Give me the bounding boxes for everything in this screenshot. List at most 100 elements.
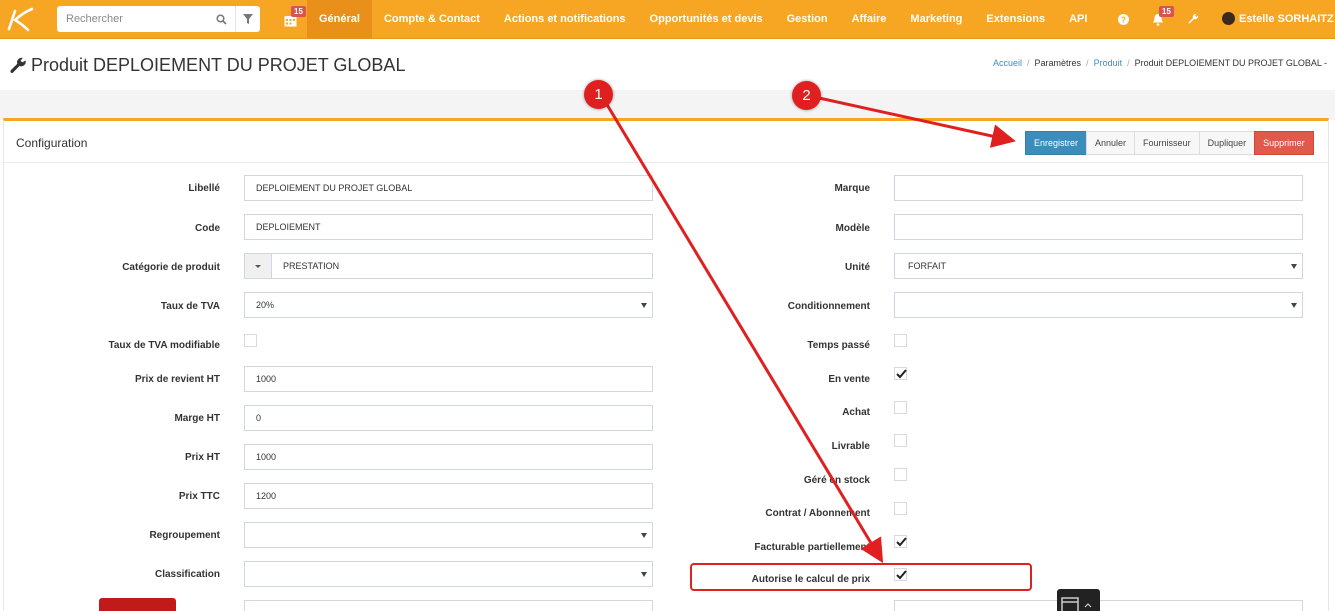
duplicate-button[interactable]: Dupliquer [1198, 131, 1256, 155]
tva-modifiable-checkbox[interactable] [244, 334, 257, 347]
label-modele: Modèle [835, 223, 870, 234]
label-gere-stock: Géré en stock [803, 475, 870, 486]
chevron-down-icon [641, 303, 647, 308]
save-button[interactable]: Enregistrer [1025, 131, 1088, 155]
label-temps-passe: Temps passé [807, 340, 870, 351]
classification-select[interactable] [244, 561, 653, 587]
help-icon[interactable]: ? [1117, 13, 1130, 26]
top-navbar: 15 Général Compte & Contact Actions et n… [0, 0, 1335, 39]
calendar-widget[interactable] [1057, 589, 1100, 611]
menu-gestion[interactable]: Gestion [775, 0, 840, 39]
search-icon[interactable] [207, 6, 235, 32]
menu-api[interactable]: API [1057, 0, 1099, 39]
label-tva: Taux de TVA [160, 301, 220, 312]
label-regroupement: Regroupement [149, 530, 220, 541]
livrable-checkbox[interactable] [894, 434, 907, 447]
search-box [57, 6, 260, 32]
wrench-icon[interactable] [1186, 12, 1200, 26]
annotation-marker-1: 1 [584, 80, 613, 109]
cancel-button[interactable]: Annuler [1086, 131, 1136, 155]
user-menu[interactable]: Estelle SORHAITZ [1222, 12, 1335, 25]
conditionnement-select[interactable] [894, 292, 1303, 318]
unite-value: FORFAIT [908, 261, 946, 271]
code-input[interactable]: DEPLOIEMENT [244, 214, 653, 240]
annotation-marker-2: 2 [792, 81, 821, 110]
marge-input[interactable]: 0 [244, 405, 653, 431]
label-code: Code [195, 223, 220, 234]
chevron-down-icon [641, 572, 647, 577]
tva-value: 20% [256, 300, 275, 310]
logo-icon[interactable] [6, 6, 34, 32]
gere-stock-checkbox[interactable] [894, 468, 907, 481]
label-marque: Marque [834, 183, 870, 194]
menu-affaire[interactable]: Affaire [840, 0, 899, 39]
categorie-dropdown-button[interactable] [245, 254, 272, 278]
panel-title: Configuration [16, 136, 88, 150]
regroupement-select[interactable] [244, 522, 653, 548]
label-tva-modifiable: Taux de TVA modifiable [108, 340, 221, 351]
menu-extensions[interactable]: Extensions [974, 0, 1057, 39]
label-contrat: Contrat / Abonnement [765, 508, 870, 519]
achat-checkbox[interactable] [894, 401, 907, 414]
menu-actions-notifications[interactable]: Actions et notifications [492, 0, 638, 39]
checkmark-icon [896, 369, 907, 379]
libelle-input[interactable]: DEPLOIEMENT DU PROJET GLOBAL [244, 175, 653, 201]
modele-input[interactable] [894, 214, 1303, 240]
breadcrumb-accueil[interactable]: Accueil [993, 58, 1022, 68]
next-field-input[interactable] [244, 600, 653, 611]
wrench-icon [10, 57, 26, 73]
label-achat: Achat [842, 407, 870, 418]
calendar-badge: 15 [291, 6, 306, 17]
menu-compte-contact[interactable]: Compte & Contact [372, 0, 492, 39]
label-conditionnement: Conditionnement [787, 301, 870, 312]
search-input[interactable] [57, 6, 207, 32]
chevron-down-icon [641, 533, 647, 538]
action-buttons: Enregistrer Annuler Fournisseur Duplique… [1025, 131, 1314, 155]
avatar [1222, 12, 1235, 25]
label-prix-revient: Prix de revient HT [134, 374, 220, 385]
label-prix-ht: Prix HT [184, 452, 220, 463]
facturable-checkbox[interactable] [894, 535, 907, 548]
label-categorie: Catégorie de produit [122, 262, 220, 273]
chevron-down-icon [1291, 303, 1297, 308]
filter-icon[interactable] [235, 6, 260, 32]
prix-revient-input[interactable]: 1000 [244, 366, 653, 392]
calendar-icon [1061, 597, 1092, 611]
prix-ht-input[interactable]: 1000 [244, 444, 653, 470]
content-background [0, 90, 1335, 120]
menu-general[interactable]: Général [307, 0, 372, 39]
label-marge: Marge HT [174, 413, 220, 424]
contrat-checkbox[interactable] [894, 502, 907, 515]
label-classification: Classification [154, 569, 220, 580]
categorie-select[interactable]: PRESTATION [244, 253, 653, 279]
main-menu: Général Compte & Contact Actions et noti… [307, 0, 1099, 39]
delete-button[interactable]: Supprimer [1254, 131, 1314, 155]
label-en-vente: En vente [828, 374, 870, 385]
menu-marketing[interactable]: Marketing [898, 0, 974, 39]
checkmark-icon [896, 537, 907, 547]
breadcrumb-produit[interactable]: Produit [1094, 58, 1123, 68]
marque-input[interactable] [894, 175, 1303, 201]
breadcrumb: Accueil / Paramètres / Produit / Produit DEPLO… [992, 58, 1327, 68]
highlight-box [690, 563, 1032, 591]
user-name: Estelle SORHAITZ [1239, 12, 1334, 25]
notification-badge: 15 [1159, 6, 1174, 17]
menu-opportunites-devis[interactable]: Opportunités et devis [638, 0, 775, 39]
page-title: Produit DEPLOIEMENT DU PROJET GLOBAL [9, 55, 405, 76]
unite-select[interactable]: FORFAIT [894, 253, 1303, 279]
en-vente-checkbox[interactable] [894, 367, 907, 380]
breadcrumb-current: Produit DEPLOIEMENT DU PROJET GLOBAL - [1134, 58, 1327, 68]
label-livrable: Livrable [831, 441, 870, 452]
supplier-button[interactable]: Fournisseur [1134, 131, 1200, 155]
categorie-value: PRESTATION [283, 261, 340, 271]
label-facturable: Facturable partiellement [754, 542, 870, 553]
tva-select[interactable]: 20% [244, 292, 653, 318]
panel-header: Configuration Enregistrer Annuler Fourni… [4, 121, 1328, 163]
label-unite: Unité [845, 262, 870, 273]
page-title-text: Produit DEPLOIEMENT DU PROJET GLOBAL [31, 55, 406, 75]
breadcrumb-parametres: Paramètres [1034, 58, 1082, 68]
temps-passe-checkbox[interactable] [894, 334, 907, 347]
prix-ttc-input[interactable]: 1200 [244, 483, 653, 509]
svg-text:?: ? [1121, 16, 1126, 25]
chat-widget-button[interactable] [99, 598, 176, 611]
